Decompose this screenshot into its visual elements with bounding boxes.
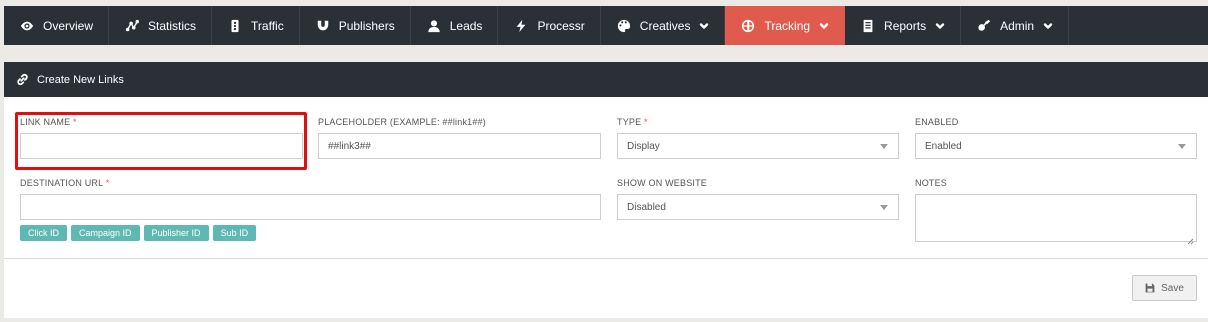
nav-item-creatives[interactable]: Creatives: [601, 6, 726, 45]
enabled-label: ENABLED: [915, 117, 959, 127]
chevron-down-icon: [880, 205, 888, 210]
chart-icon: [125, 19, 140, 33]
user-icon: [427, 19, 441, 33]
panel-header: Create New Links: [4, 62, 1208, 97]
placeholder-label: PLACEHOLDER (EXAMPLE: ##link1##): [318, 117, 486, 127]
save-button[interactable]: Save: [1132, 275, 1197, 301]
panel-title: Create New Links: [37, 73, 124, 86]
show-on-website-label: SHOW ON WEBSITE: [617, 178, 708, 188]
chevron-down-icon: [935, 21, 945, 31]
chevron-down-icon: [1178, 144, 1186, 149]
nav-item-label: Tracking: [764, 18, 811, 33]
resize-handle-icon[interactable]: [1187, 232, 1194, 245]
token-chips: Click ID Campaign ID Publisher ID Sub ID: [20, 225, 257, 241]
notes-textarea[interactable]: [915, 194, 1197, 245]
divider: [4, 258, 1208, 259]
nav-item-statistics[interactable]: Statistics: [109, 6, 213, 45]
destination-url-input[interactable]: [20, 194, 601, 220]
nav-item-label: Publishers: [338, 18, 395, 33]
nav-item-label: Leads: [449, 18, 483, 33]
save-label: Save: [1161, 282, 1184, 294]
type-select[interactable]: Display: [617, 133, 899, 159]
nav-item-publishers[interactable]: Publishers: [300, 6, 411, 45]
nav-item-label: Processr: [537, 18, 585, 33]
type-label: TYPE *: [617, 117, 648, 127]
palette-icon: [617, 19, 631, 33]
highlight-box: [15, 112, 307, 170]
destination-url-label: DESTINATION URL *: [20, 178, 110, 188]
nav-item-overview[interactable]: Overview: [4, 6, 110, 45]
chip-publisher-id[interactable]: Publisher ID: [143, 225, 209, 241]
nav-item-admin[interactable]: Admin: [961, 6, 1070, 45]
nav-item-leads[interactable]: Leads: [411, 6, 499, 45]
chip-click-id[interactable]: Click ID: [20, 225, 67, 241]
placeholder-input[interactable]: ##link3##: [318, 133, 601, 159]
nav-item-label: Reports: [884, 18, 927, 33]
chevron-down-icon: [880, 144, 888, 149]
enabled-select[interactable]: Enabled: [915, 133, 1197, 159]
floppy-icon: [1145, 283, 1155, 293]
nav-item-reports[interactable]: Reports: [845, 6, 962, 45]
nav-item-processr[interactable]: Processr: [498, 6, 601, 45]
top-navigation: Overview Statistics Traffic Publishers L…: [4, 6, 1208, 45]
report-icon: [861, 19, 875, 33]
crosshair-icon: [741, 19, 755, 33]
chevron-down-icon: [699, 21, 709, 31]
chip-sub-id[interactable]: Sub ID: [212, 225, 257, 241]
notes-label: NOTES: [915, 178, 948, 188]
magnet-icon: [316, 19, 330, 33]
nav-item-traffic[interactable]: Traffic: [212, 6, 300, 45]
eye-icon: [20, 19, 34, 33]
nav-item-label: Admin: [1000, 18, 1035, 33]
chip-campaign-id[interactable]: Campaign ID: [71, 225, 140, 241]
nav-item-label: Overview: [43, 18, 94, 33]
nav-item-label: Traffic: [251, 18, 284, 33]
chevron-down-icon: [1043, 21, 1053, 31]
chevron-down-icon: [819, 21, 829, 31]
nav-item-label: Creatives: [639, 18, 691, 33]
bolt-icon: [514, 19, 528, 33]
create-links-panel: Create New Links LINK NAME * PLACEHOLDER…: [4, 62, 1208, 318]
guitar-icon: [977, 19, 991, 33]
nav-item-tracking[interactable]: Tracking: [725, 6, 846, 45]
link-icon: [16, 73, 29, 86]
traffic-light-icon: [228, 19, 242, 33]
nav-item-label: Statistics: [148, 18, 197, 33]
show-on-website-select[interactable]: Disabled: [617, 194, 899, 220]
